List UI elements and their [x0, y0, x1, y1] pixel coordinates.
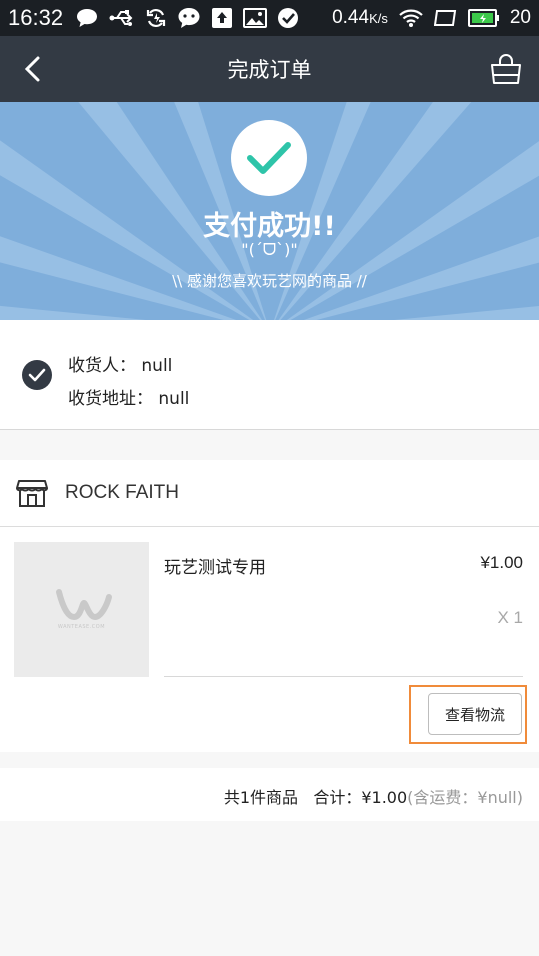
nav-bar: 完成订单 — [0, 36, 539, 102]
success-check-badge — [231, 120, 307, 196]
order-summary: 共1件商品 合计：¥1.00(含运费：¥null) — [224, 784, 523, 808]
product-price: ¥1.00 — [480, 553, 523, 572]
chat-bubble-icon — [77, 9, 98, 27]
checkmark-icon — [247, 142, 291, 174]
wantease-logo-icon — [56, 589, 112, 620]
network-speed: 0.44K/s — [332, 7, 388, 28]
total-label: 合计： — [313, 788, 362, 807]
receiver-row: 收货人： null — [68, 351, 172, 376]
thanks-message: \\ 感谢您喜欢玩艺网的商品 // — [172, 272, 367, 290]
usb-icon — [109, 10, 133, 26]
check-badge-icon — [278, 8, 299, 28]
thumbnail-caption: WANTEASE.COM — [57, 624, 106, 630]
shipping-value: ¥null — [477, 788, 517, 807]
order-item-card: ROCK FAITH WANTEASE.COM 玩艺测试专用 ¥1.00 X 1… — [0, 460, 539, 752]
battery-level: 20 — [509, 7, 531, 28]
view-logistics-button[interactable]: 查看物流 — [428, 693, 522, 735]
shipping-address-card: 收货人： null 收货地址： null — [0, 320, 539, 430]
shopping-bag-icon[interactable] — [489, 53, 523, 85]
image-icon — [243, 8, 268, 28]
total-value: ¥1.00 — [361, 788, 408, 807]
product-name[interactable]: 玩艺测试专用 — [164, 553, 266, 578]
check-circle-icon — [22, 360, 52, 390]
receiver-value: null — [141, 356, 173, 376]
success-title: 支付成功!! — [203, 211, 336, 242]
upload-icon — [212, 8, 233, 28]
product-quantity: X 1 — [497, 608, 523, 627]
order-summary-bar: 共1件商品 合计：¥1.00(含运费：¥null) — [0, 768, 539, 821]
system-icons: 0.44K/s 20 — [332, 7, 531, 29]
divider — [164, 676, 523, 677]
wifi-icon — [399, 9, 423, 27]
screen-icon — [433, 10, 457, 26]
back-arrow-icon[interactable] — [20, 54, 48, 84]
product-thumbnail[interactable]: WANTEASE.COM — [14, 542, 149, 677]
address-value: null — [158, 389, 190, 409]
page-title: 完成订单 — [227, 59, 312, 82]
receiver-label: 收货人： — [68, 356, 136, 376]
battery-icon — [467, 9, 499, 27]
status-bar: 16:32 0.44K/s 20 — [0, 0, 539, 36]
shipping-open: (含运费： — [407, 788, 478, 807]
shipping-close: ) — [516, 788, 523, 807]
address-row: 收货地址： null — [68, 384, 189, 409]
message-face-icon — [178, 8, 200, 28]
sync-icon — [146, 9, 166, 27]
success-emoticon: "(ˊᗜˋ)" — [241, 240, 298, 259]
payment-success-banner: 支付成功!! "(ˊᗜˋ)" \\ 感谢您喜欢玩艺网的商品 // — [0, 102, 539, 320]
notification-icons — [75, 7, 299, 29]
address-label: 收货地址： — [68, 389, 153, 409]
store-icon — [16, 480, 48, 507]
item-count: 共1件商品 — [223, 788, 299, 807]
shop-name: ROCK FAITH — [65, 482, 180, 503]
shop-header[interactable]: ROCK FAITH — [0, 460, 539, 527]
status-time: 16:32 — [8, 5, 64, 30]
